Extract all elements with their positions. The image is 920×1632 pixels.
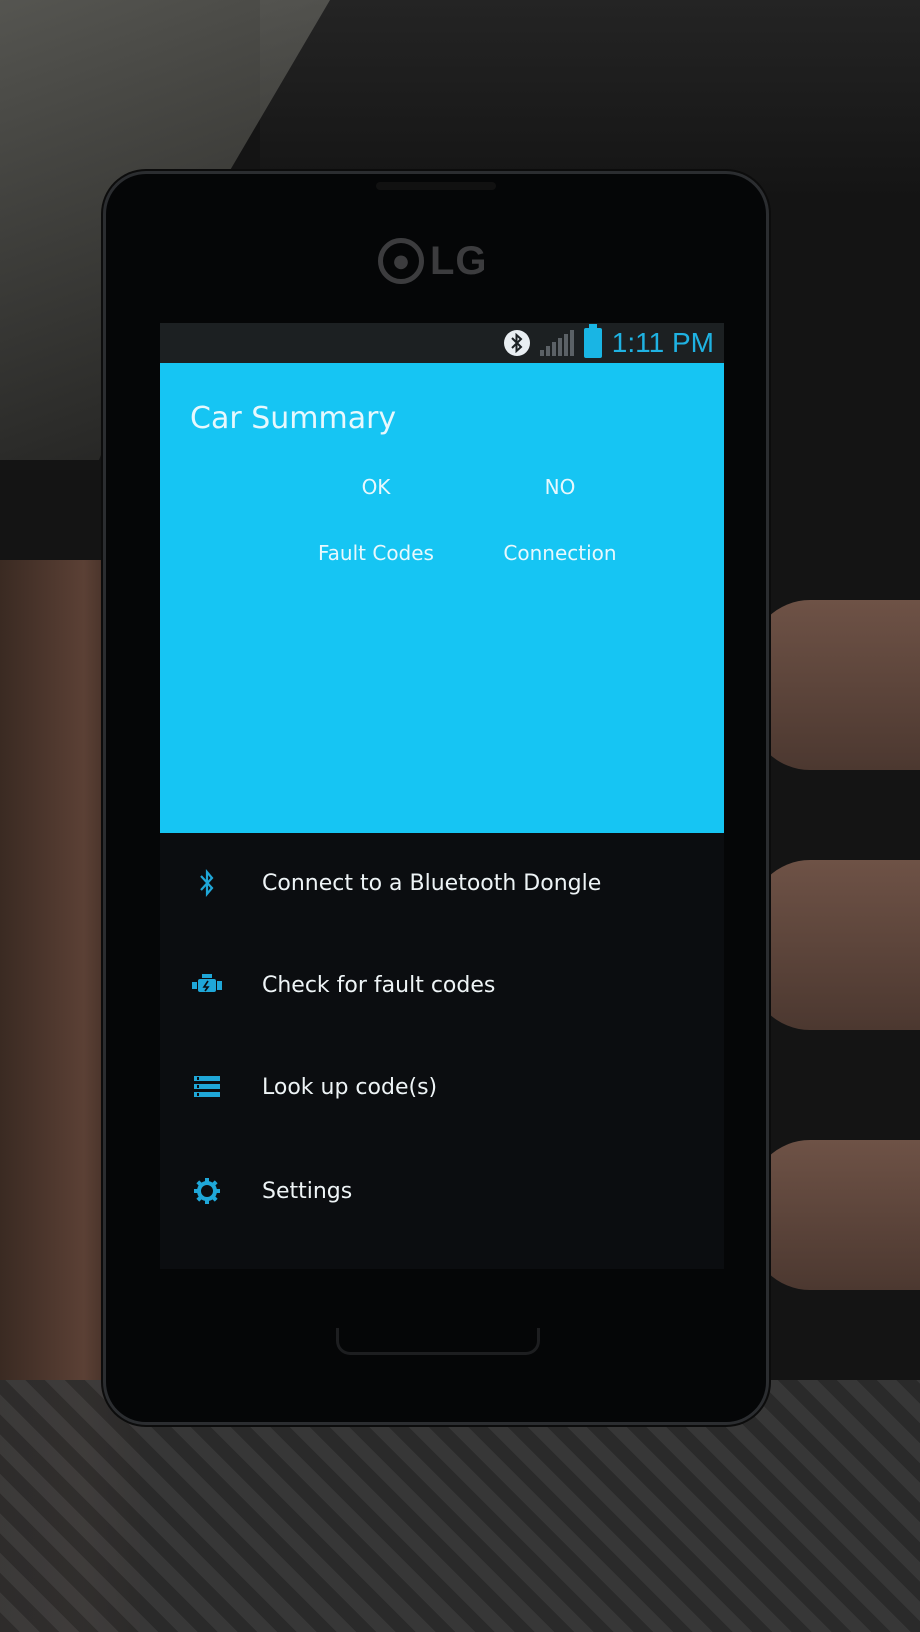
menu-item-label: Connect to a Bluetooth Dongle — [262, 870, 602, 896]
list-icon — [190, 1070, 224, 1104]
menu-item-connect-bluetooth[interactable]: Connect to a Bluetooth Dongle — [160, 843, 724, 923]
fault-codes-label: Fault Codes — [318, 541, 434, 565]
connection-label: Connection — [503, 541, 617, 565]
menu-item-look-up-codes[interactable]: Look up code(s) — [160, 1047, 724, 1127]
gear-icon — [190, 1174, 224, 1208]
brand-name: LG — [430, 238, 488, 283]
bluetooth-icon — [503, 330, 530, 356]
status-time: 1:11 PM — [611, 327, 714, 358]
fault-codes-value: OK — [361, 475, 391, 499]
menu-item-label: Look up code(s) — [262, 1074, 438, 1100]
menu-item-label: Settings — [262, 1178, 353, 1204]
signal-icon — [539, 330, 574, 356]
car-summary-card: Car Summary OK Fault Codes NO Connection — [160, 363, 724, 833]
finger — [750, 860, 920, 1030]
background — [260, 0, 920, 200]
engine-icon — [190, 968, 224, 1002]
menu-item-check-fault-codes[interactable]: Check for fault codes — [160, 945, 724, 1025]
home-button[interactable] — [336, 1328, 540, 1355]
battery-icon — [583, 324, 602, 358]
finger — [750, 1140, 920, 1290]
status-bar: 1:11 PM — [160, 323, 724, 363]
status-icons: 1:11 PM — [503, 323, 714, 363]
page-title: Car Summary — [190, 401, 397, 436]
main-menu: Connect to a Bluetooth Dongle Check for … — [160, 833, 724, 1269]
phone-screen: 1:11 PM Car Summary OK Fault Codes NO Co… — [160, 323, 724, 1269]
connection-value: NO — [544, 475, 576, 499]
brand-logo: ● LG — [378, 236, 488, 286]
earpiece — [376, 182, 496, 190]
menu-item-settings[interactable]: Settings — [160, 1151, 724, 1231]
menu-item-label: Check for fault codes — [262, 972, 496, 998]
lg-logo-icon: ● — [378, 238, 424, 284]
finger — [750, 600, 920, 770]
bluetooth-icon — [190, 866, 224, 900]
